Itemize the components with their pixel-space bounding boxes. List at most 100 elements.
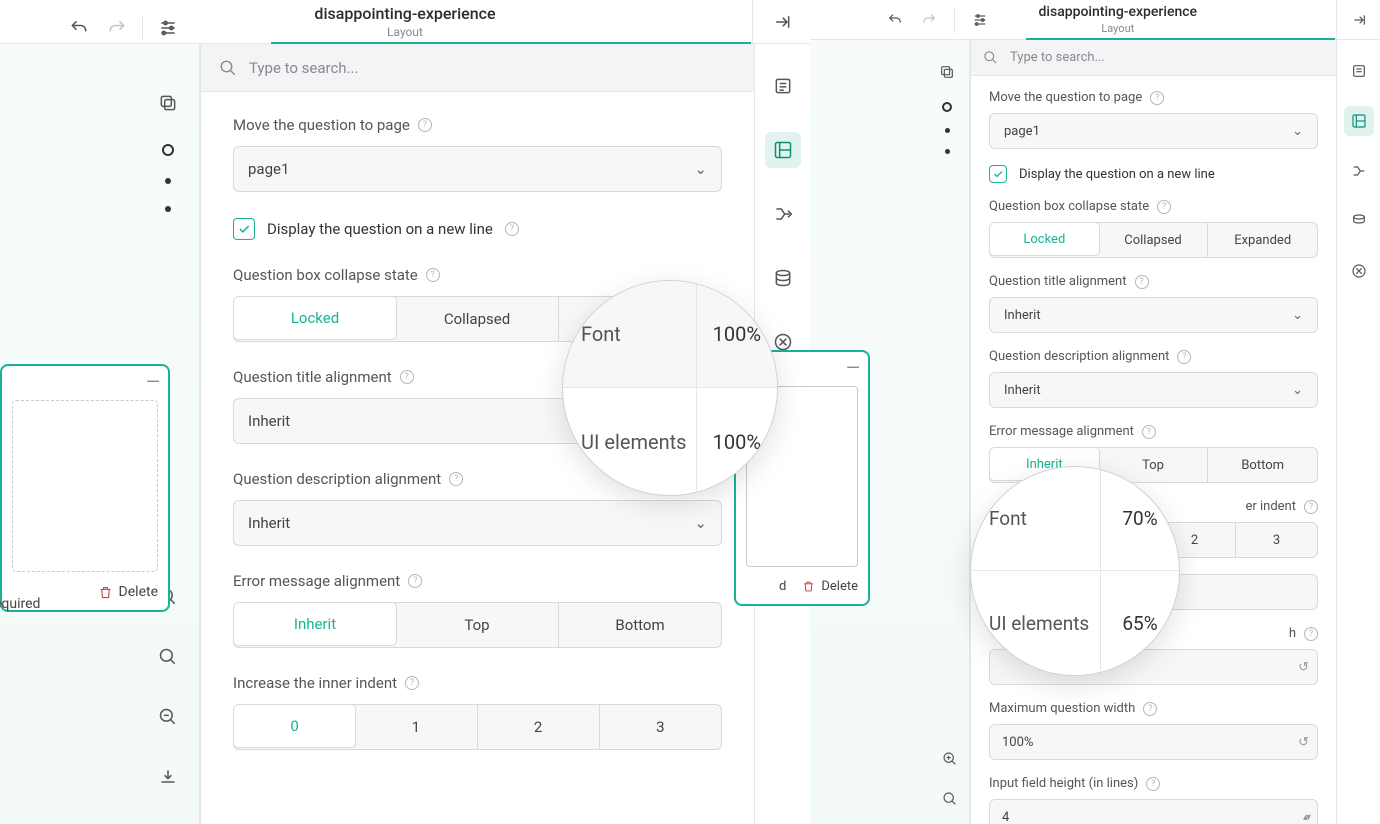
help-icon[interactable]: ? [1135, 275, 1149, 289]
collapse-option-locked[interactable]: Locked [233, 296, 397, 340]
undo-button[interactable] [880, 5, 910, 35]
zoom-reset-button[interactable] [149, 638, 187, 676]
layout-icon[interactable] [1344, 106, 1374, 136]
new-line-checkbox[interactable]: Display the question on a new line [989, 165, 1318, 183]
chevron-down-icon: ⌄ [694, 514, 707, 532]
help-icon[interactable]: ? [400, 370, 414, 384]
logic-icon[interactable] [765, 196, 801, 232]
indent-option-3[interactable]: 3 [600, 705, 721, 749]
logic-icon[interactable] [1344, 156, 1374, 186]
help-icon[interactable]: ? [1142, 425, 1156, 439]
collapse-option-expanded[interactable]: Expanded [1208, 223, 1317, 257]
delete-button[interactable]: Delete [802, 579, 858, 594]
close-circle-icon[interactable] [1344, 256, 1374, 286]
search-input[interactable]: Type to search... [201, 44, 754, 92]
collapse-state-group: Locked Collapsed Expanded [989, 222, 1318, 258]
collapse-icon[interactable]: — [846, 358, 860, 379]
help-icon[interactable]: ? [405, 676, 419, 690]
radio-marker-icon [942, 102, 952, 112]
reset-icon[interactable]: ↺ [1298, 735, 1309, 750]
bullet-icon [165, 178, 171, 184]
search-placeholder: Type to search... [1010, 50, 1105, 65]
error-option-bottom[interactable]: Bottom [559, 603, 721, 647]
properties-panel: Type to search... Move the question to p… [970, 40, 1336, 824]
help-icon[interactable]: ? [408, 574, 422, 588]
indent-label-clipped: er indent [1245, 499, 1296, 514]
required-toggle-label[interactable]: equired [0, 596, 40, 612]
list-icon[interactable] [765, 68, 801, 104]
move-to-page-select[interactable]: page1⌄ [989, 113, 1318, 149]
fit-button[interactable] [149, 758, 187, 796]
help-icon[interactable]: ? [1150, 91, 1164, 105]
indent-option-3[interactable]: 3 [1236, 523, 1317, 557]
collapse-option-locked[interactable]: Locked [989, 222, 1100, 256]
zoom-lens-small: Font 70% UI elements 65% [970, 466, 1180, 676]
help-icon[interactable]: ? [505, 222, 519, 236]
collapse-right-button[interactable] [1344, 5, 1374, 35]
duplicate-icon[interactable] [149, 84, 187, 122]
question-preview-card[interactable]: — equired Delete [0, 364, 170, 612]
search-placeholder: Type to search... [249, 59, 358, 77]
help-icon[interactable]: ? [418, 118, 432, 132]
preview-textarea[interactable] [12, 400, 158, 572]
topbar: disappointing-experience Layout [810, 0, 1380, 40]
canvas-gutter: — d Delete [810, 40, 970, 824]
help-icon[interactable]: ? [1177, 350, 1191, 364]
data-icon[interactable] [1344, 206, 1374, 236]
layout-icon[interactable] [765, 132, 801, 168]
title-main: disappointing-experience [1039, 4, 1198, 20]
help-icon[interactable]: ? [426, 268, 440, 282]
zoom-in-button[interactable] [937, 746, 963, 772]
new-line-checkbox[interactable]: Display the question on a new line ? [233, 218, 722, 240]
help-icon[interactable]: ? [1146, 777, 1160, 791]
error-option-bottom[interactable]: Bottom [1208, 448, 1317, 482]
settings-sliders-button[interactable] [149, 9, 187, 47]
delete-button[interactable]: Delete [98, 584, 158, 600]
move-to-page-select[interactable]: page1 ⌄ [233, 146, 722, 192]
help-icon[interactable]: ? [1143, 702, 1157, 716]
data-icon[interactable] [765, 260, 801, 296]
indent-option-2[interactable]: 2 [478, 705, 600, 749]
page-title: disappointing-experience Layout [314, 4, 495, 39]
input-height-label: Input field height (in lines) [989, 776, 1138, 791]
bullet-icon [945, 128, 950, 133]
collapse-option-collapsed[interactable]: Collapsed [1099, 223, 1209, 257]
redo-button[interactable] [98, 9, 136, 47]
desc-align-select[interactable]: Inherit⌄ [233, 500, 722, 546]
list-icon[interactable] [1344, 56, 1374, 86]
max-width-input[interactable]: 100%↺ [989, 724, 1318, 760]
title-align-select[interactable]: Inherit⌄ [989, 297, 1318, 333]
error-option-top[interactable]: Top [396, 603, 559, 647]
indent-label: Increase the inner indent [233, 674, 397, 692]
required-toggle-label[interactable]: d [779, 579, 786, 594]
title-main: disappointing-experience [314, 4, 495, 23]
error-align-label: Error message alignment [233, 572, 400, 590]
collapse-option-collapsed[interactable]: Collapsed [396, 297, 559, 341]
settings-sliders-button[interactable] [965, 5, 995, 35]
desc-align-select[interactable]: Inherit⌄ [989, 372, 1318, 408]
bullet-icon [945, 149, 950, 154]
indent-option-1[interactable]: 1 [355, 705, 477, 749]
radio-marker-icon [162, 144, 174, 156]
undo-button[interactable] [60, 9, 98, 47]
help-icon[interactable]: ? [1304, 627, 1318, 641]
help-icon[interactable]: ? [449, 472, 463, 486]
collapse-right-button[interactable] [763, 3, 801, 41]
title-align-label: Question title alignment [233, 368, 392, 386]
zoom-reset-button[interactable] [937, 786, 963, 812]
collapse-icon[interactable]: — [146, 372, 160, 393]
reset-icon[interactable]: ↺ [1298, 660, 1309, 675]
redo-button[interactable] [914, 5, 944, 35]
input-height-input[interactable]: 4▴▾ [989, 799, 1318, 824]
zoom-lens-large: Font 100% UI elements 100% [562, 280, 778, 496]
error-option-inherit[interactable]: Inherit [233, 602, 397, 646]
duplicate-icon[interactable] [933, 58, 961, 86]
help-icon[interactable]: ? [1157, 200, 1171, 214]
search-input[interactable]: Type to search... [971, 40, 1336, 76]
indent-option-0[interactable]: 0 [233, 704, 356, 748]
stepper-icon[interactable]: ▴▾ [1303, 812, 1309, 823]
help-icon[interactable]: ? [1304, 500, 1318, 514]
zoom-out-button[interactable] [149, 698, 187, 736]
title-align-label: Question title alignment [989, 274, 1127, 289]
lens-ui-label: UI elements [563, 430, 696, 454]
